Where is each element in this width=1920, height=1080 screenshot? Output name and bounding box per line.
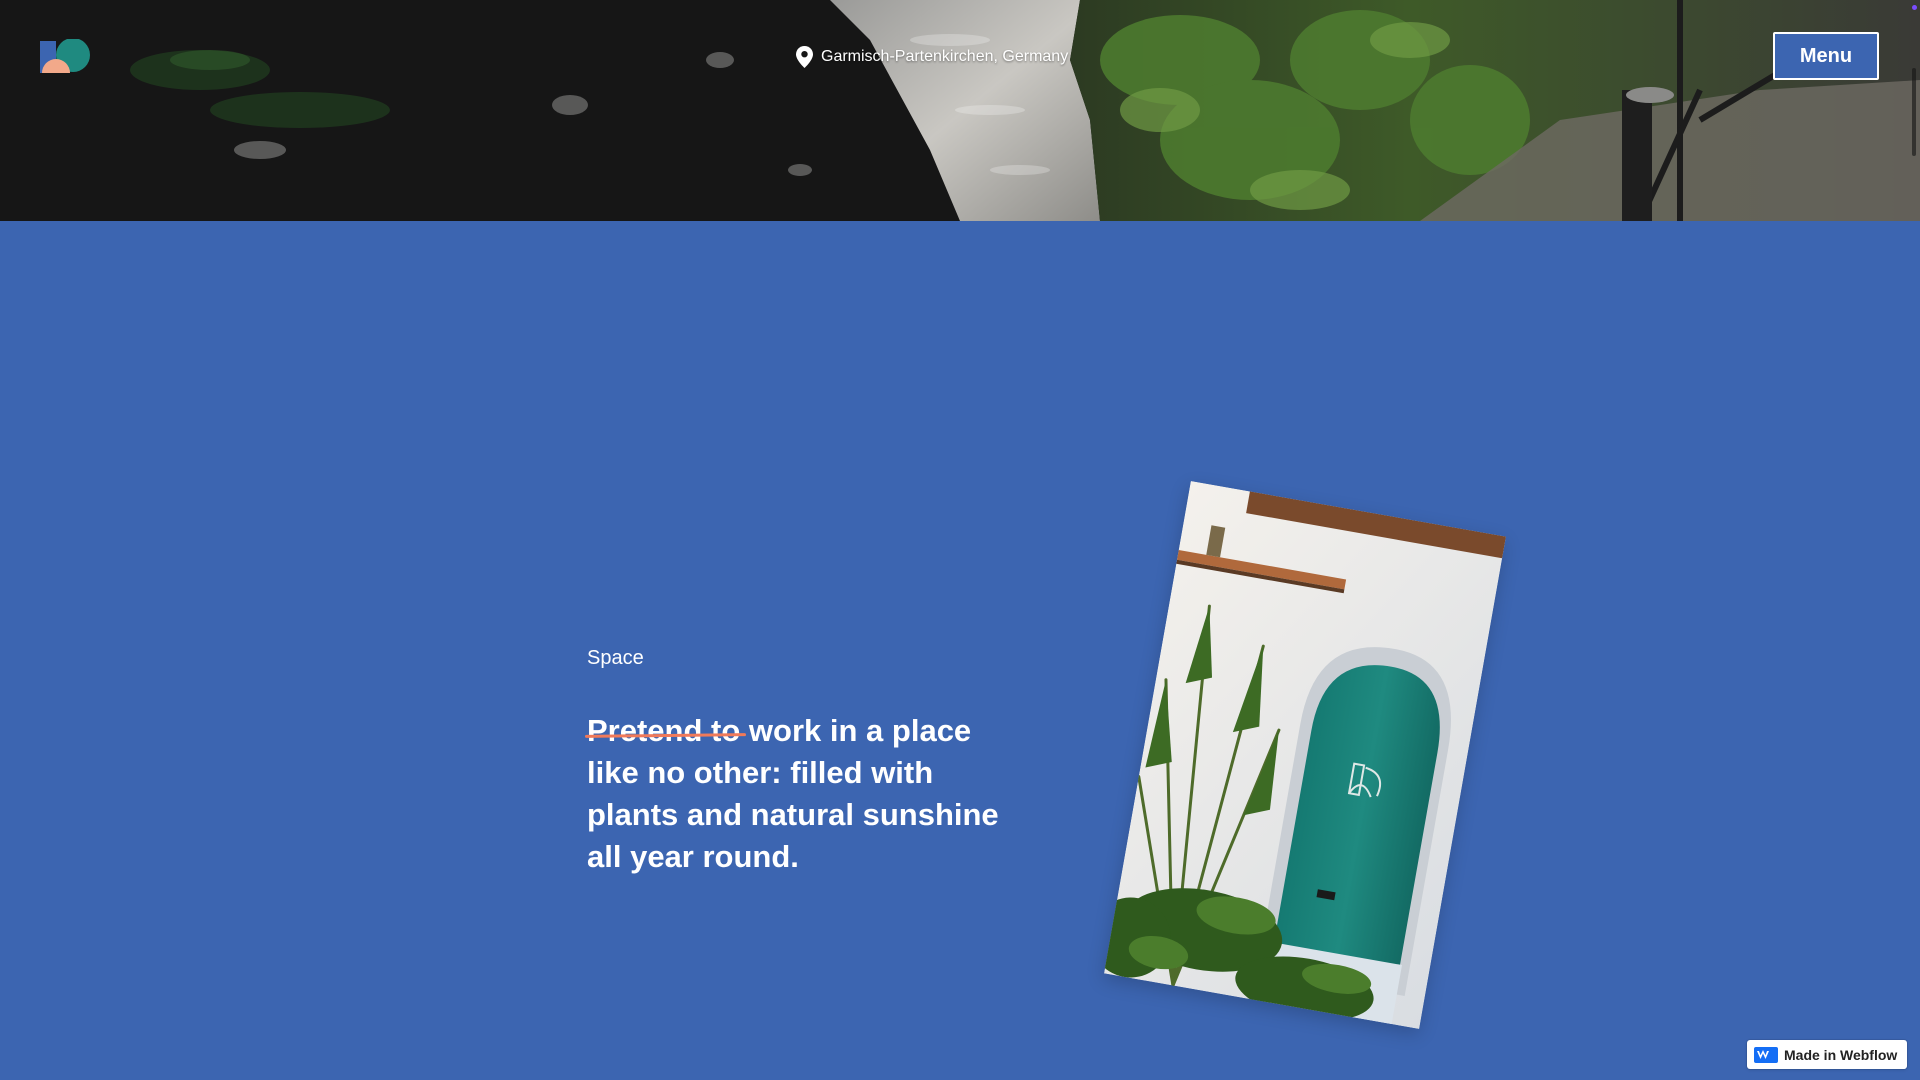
hero-image	[0, 0, 1920, 221]
space-photo	[1104, 481, 1506, 1029]
badge-label: Made in Webflow	[1784, 1046, 1898, 1063]
brand-logo-icon[interactable]	[40, 39, 92, 73]
struck-through-text: Pretend to	[587, 713, 741, 748]
door-photo-image	[1104, 481, 1506, 1029]
webflow-logo-icon	[1754, 1046, 1778, 1063]
made-in-webflow-badge[interactable]: Made in Webflow	[1747, 1040, 1907, 1069]
location-text: Garmisch-Partenkirchen, Germany	[821, 48, 1069, 65]
section-eyebrow: Space	[587, 647, 644, 669]
map-pin-icon	[796, 46, 813, 68]
menu-button[interactable]: Menu	[1773, 32, 1879, 80]
scrollbar-thumb[interactable]	[1912, 68, 1916, 156]
section-headline: Pretend to work in a place like no other…	[587, 710, 1027, 878]
corner-dot	[1912, 5, 1917, 10]
hero-banner: Garmisch-Partenkirchen, Germany Menu	[0, 0, 1920, 221]
location-label: Garmisch-Partenkirchen, Germany	[796, 46, 1068, 68]
